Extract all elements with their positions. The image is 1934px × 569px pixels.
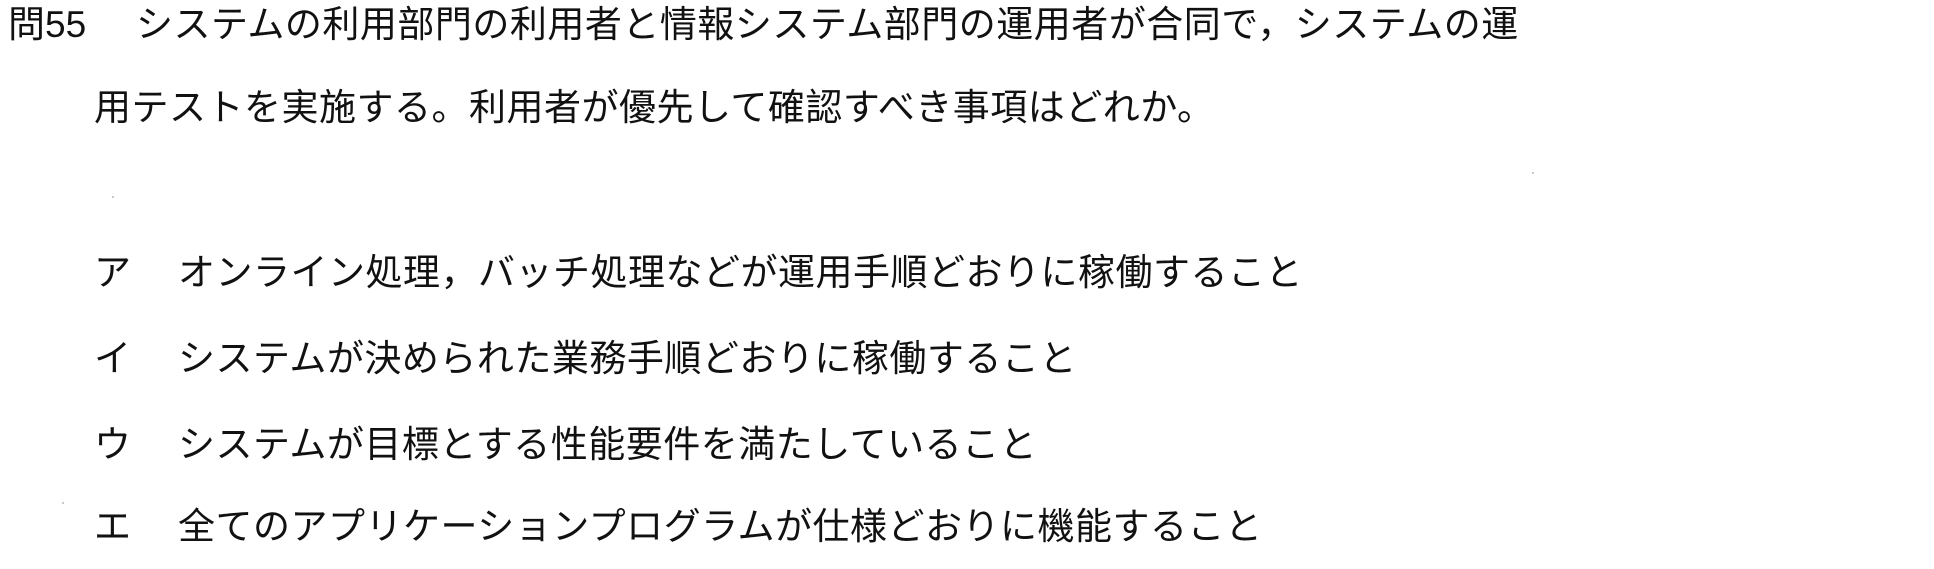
question-stem-text-1: システムの利用部門の利用者と情報システム部門の運用者が合同で，システムの運	[136, 3, 1519, 46]
question-number: 問55	[8, 4, 87, 45]
choice-e: エ 全てのアプリケーションプログラムが仕様どおりに機能すること	[94, 503, 1263, 551]
question-stem-line-1: 問55 システムの利用部門の利用者と情報システム部門の運用者が合同で，システムの運	[8, 1, 1519, 49]
choice-i: イ システムが決められた業務手順どおりに稼働すること	[94, 335, 1077, 383]
choice-label: ア	[94, 251, 132, 294]
scan-speck	[1532, 172, 1534, 174]
choice-text: システムが目標とする性能要件を満たしていること	[178, 423, 1038, 466]
choice-text: 全てのアプリケーションプログラムが仕様どおりに機能すること	[178, 505, 1263, 548]
choice-u: ウ システムが目標とする性能要件を満たしていること	[94, 421, 1037, 469]
choice-label: エ	[94, 505, 132, 548]
scan-speck	[112, 196, 114, 198]
scan-speck	[62, 502, 64, 504]
choice-text: オンライン処理，バッチ処理などが運用手順どおりに稼働すること	[178, 251, 1303, 294]
choice-a: ア オンライン処理，バッチ処理などが運用手順どおりに稼働すること	[94, 249, 1303, 297]
choice-label: ウ	[94, 423, 132, 466]
question-stem-line-2: 用テストを実施する。利用者が優先して確認すべき事項はどれか。	[94, 86, 1215, 129]
choice-label: イ	[94, 337, 132, 380]
choice-text: システムが決められた業務手順どおりに稼働すること	[178, 337, 1077, 380]
